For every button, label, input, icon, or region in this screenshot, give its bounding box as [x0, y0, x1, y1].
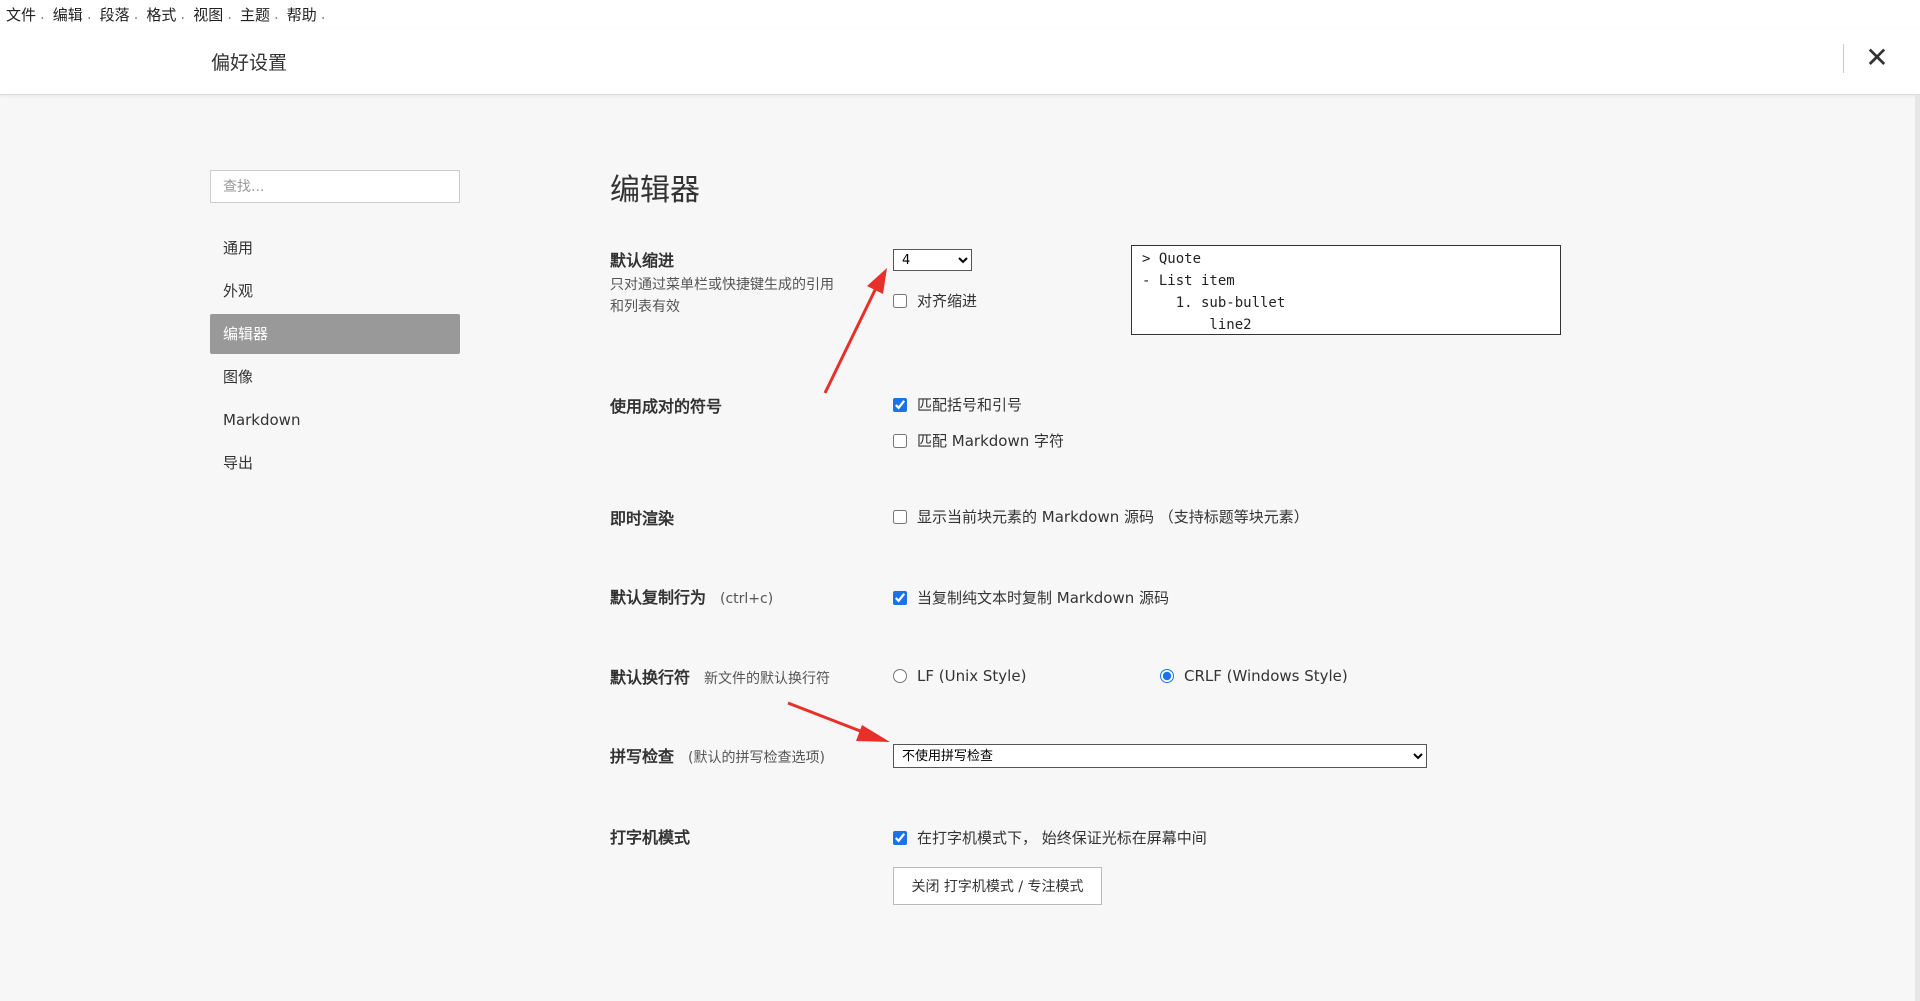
copy-shortcut-note: (ctrl+c)	[720, 591, 774, 607]
sidebar-item-image[interactable]: 图像	[210, 357, 460, 397]
close-typewriter-button[interactable]: 关闭 打字机模式 / 专注模式	[893, 867, 1102, 905]
typewriter-input[interactable]	[893, 830, 907, 845]
menubar: 文件. 编辑. 段落. 格式. 视图. 主题. 帮助.	[0, 0, 1920, 28]
match-brackets-input[interactable]	[893, 397, 907, 412]
typewriter-option-label: 在打字机模式下， 始终保证光标在屏幕中间	[917, 829, 1207, 847]
indent-label: 默认缩进	[610, 251, 675, 270]
line-ending-note: 新文件的默认换行符	[704, 671, 831, 687]
match-markdown-label: 匹配 Markdown 字符	[917, 432, 1064, 450]
typewriter-checkbox[interactable]: 在打字机模式下， 始终保证光标在屏幕中间	[893, 827, 1207, 848]
sidebar-item-appearance[interactable]: 外观	[210, 271, 460, 311]
menu-theme[interactable]: 主题	[240, 4, 270, 25]
live-render-label: 即时渲染	[610, 509, 675, 528]
menu-file[interactable]: 文件	[6, 4, 36, 25]
section-title: 编辑器	[610, 173, 700, 208]
menu-separator: .	[320, 5, 326, 23]
typewriter-label: 打字机模式	[610, 828, 691, 847]
align-indent-label: 对齐缩进	[917, 292, 978, 310]
menu-separator: .	[227, 5, 232, 23]
menu-format[interactable]: 格式	[146, 4, 176, 25]
sidebar-item-editor[interactable]: 编辑器	[210, 314, 460, 354]
crlf-radio-label: CRLF (Windows Style)	[1184, 667, 1348, 685]
close-icon[interactable]: ✕	[1862, 44, 1892, 74]
copy-markdown-checkbox[interactable]: 当复制纯文本时复制 Markdown 源码	[893, 587, 1169, 608]
match-markdown-input[interactable]	[893, 433, 907, 448]
spellcheck-note: (默认的拼写检查选项)	[688, 750, 825, 766]
preferences-header: 偏好设置 ✕	[0, 28, 1920, 95]
menu-separator: .	[180, 5, 186, 23]
copy-markdown-label: 当复制纯文本时复制 Markdown 源码	[917, 589, 1169, 607]
align-indent-checkbox[interactable]: 对齐缩进	[893, 290, 977, 311]
menu-edit[interactable]: 编辑	[53, 4, 83, 25]
line-ending-label: 默认换行符 新文件的默认换行符	[610, 664, 830, 688]
arrow-head	[867, 268, 887, 294]
menu-separator: .	[40, 5, 45, 23]
menu-separator: .	[86, 5, 92, 23]
align-indent-input[interactable]	[893, 293, 907, 308]
page-title: 偏好设置	[211, 52, 288, 74]
search-input[interactable]	[210, 170, 460, 203]
copy-label-text: 默认复制行为	[610, 588, 707, 607]
arrow-head	[856, 725, 890, 742]
show-source-checkbox[interactable]: 显示当前块元素的 Markdown 源码 （支持标题等块元素）	[893, 506, 1309, 527]
arrow-shaft	[787, 701, 869, 736]
indent-preview: > Quote - List item 1. sub-bullet line2	[1131, 245, 1561, 335]
copy-markdown-input[interactable]	[893, 590, 907, 605]
sidebar-nav: 通用 外观 编辑器 图像 Markdown 导出	[210, 228, 460, 486]
menu-help[interactable]: 帮助	[287, 4, 317, 25]
crlf-radio[interactable]: CRLF (Windows Style)	[1160, 667, 1348, 685]
spellcheck-label-text: 拼写检查	[610, 747, 675, 766]
line-ending-label-text: 默认换行符	[610, 668, 691, 687]
show-source-input[interactable]	[893, 509, 907, 524]
indent-desc-line1: 只对通过菜单栏或快捷键生成的引用	[610, 277, 834, 293]
menu-separator: .	[133, 5, 139, 23]
menu-paragraph[interactable]: 段落	[100, 4, 130, 25]
lf-radio-label: LF (Unix Style)	[917, 667, 1027, 685]
sidebar-item-export[interactable]: 导出	[210, 443, 460, 483]
indent-desc-line2: 和列表有效	[610, 299, 680, 315]
show-source-label: 显示当前块元素的 Markdown 源码 （支持标题等块元素）	[917, 508, 1309, 526]
menu-separator: .	[274, 5, 279, 23]
menu-view[interactable]: 视图	[193, 4, 223, 25]
lf-radio[interactable]: LF (Unix Style)	[893, 667, 1026, 685]
copy-label: 默认复制行为 (ctrl+c)	[610, 584, 773, 608]
sidebar-item-markdown[interactable]: Markdown	[210, 400, 460, 440]
header-divider	[1843, 44, 1844, 73]
lf-radio-input[interactable]	[893, 669, 907, 683]
arrow-to-spellcheck-select	[787, 701, 890, 742]
annotation-arrows	[787, 268, 890, 742]
sidebar-item-general[interactable]: 通用	[210, 228, 460, 268]
indent-select[interactable]: 4	[893, 249, 972, 271]
indent-description: 只对通过菜单栏或快捷键生成的引用 和列表有效	[610, 274, 870, 318]
spellcheck-select[interactable]: 不使用拼写检查	[893, 744, 1427, 768]
spellcheck-label: 拼写检查 (默认的拼写检查选项)	[610, 743, 825, 767]
match-markdown-checkbox[interactable]: 匹配 Markdown 字符	[893, 430, 1064, 451]
match-brackets-label: 匹配括号和引号	[917, 396, 1023, 414]
match-brackets-checkbox[interactable]: 匹配括号和引号	[893, 394, 1022, 415]
crlf-radio-input[interactable]	[1160, 669, 1174, 683]
pairs-label: 使用成对的符号	[610, 397, 723, 416]
scrollbar-track[interactable]	[1915, 95, 1920, 1001]
